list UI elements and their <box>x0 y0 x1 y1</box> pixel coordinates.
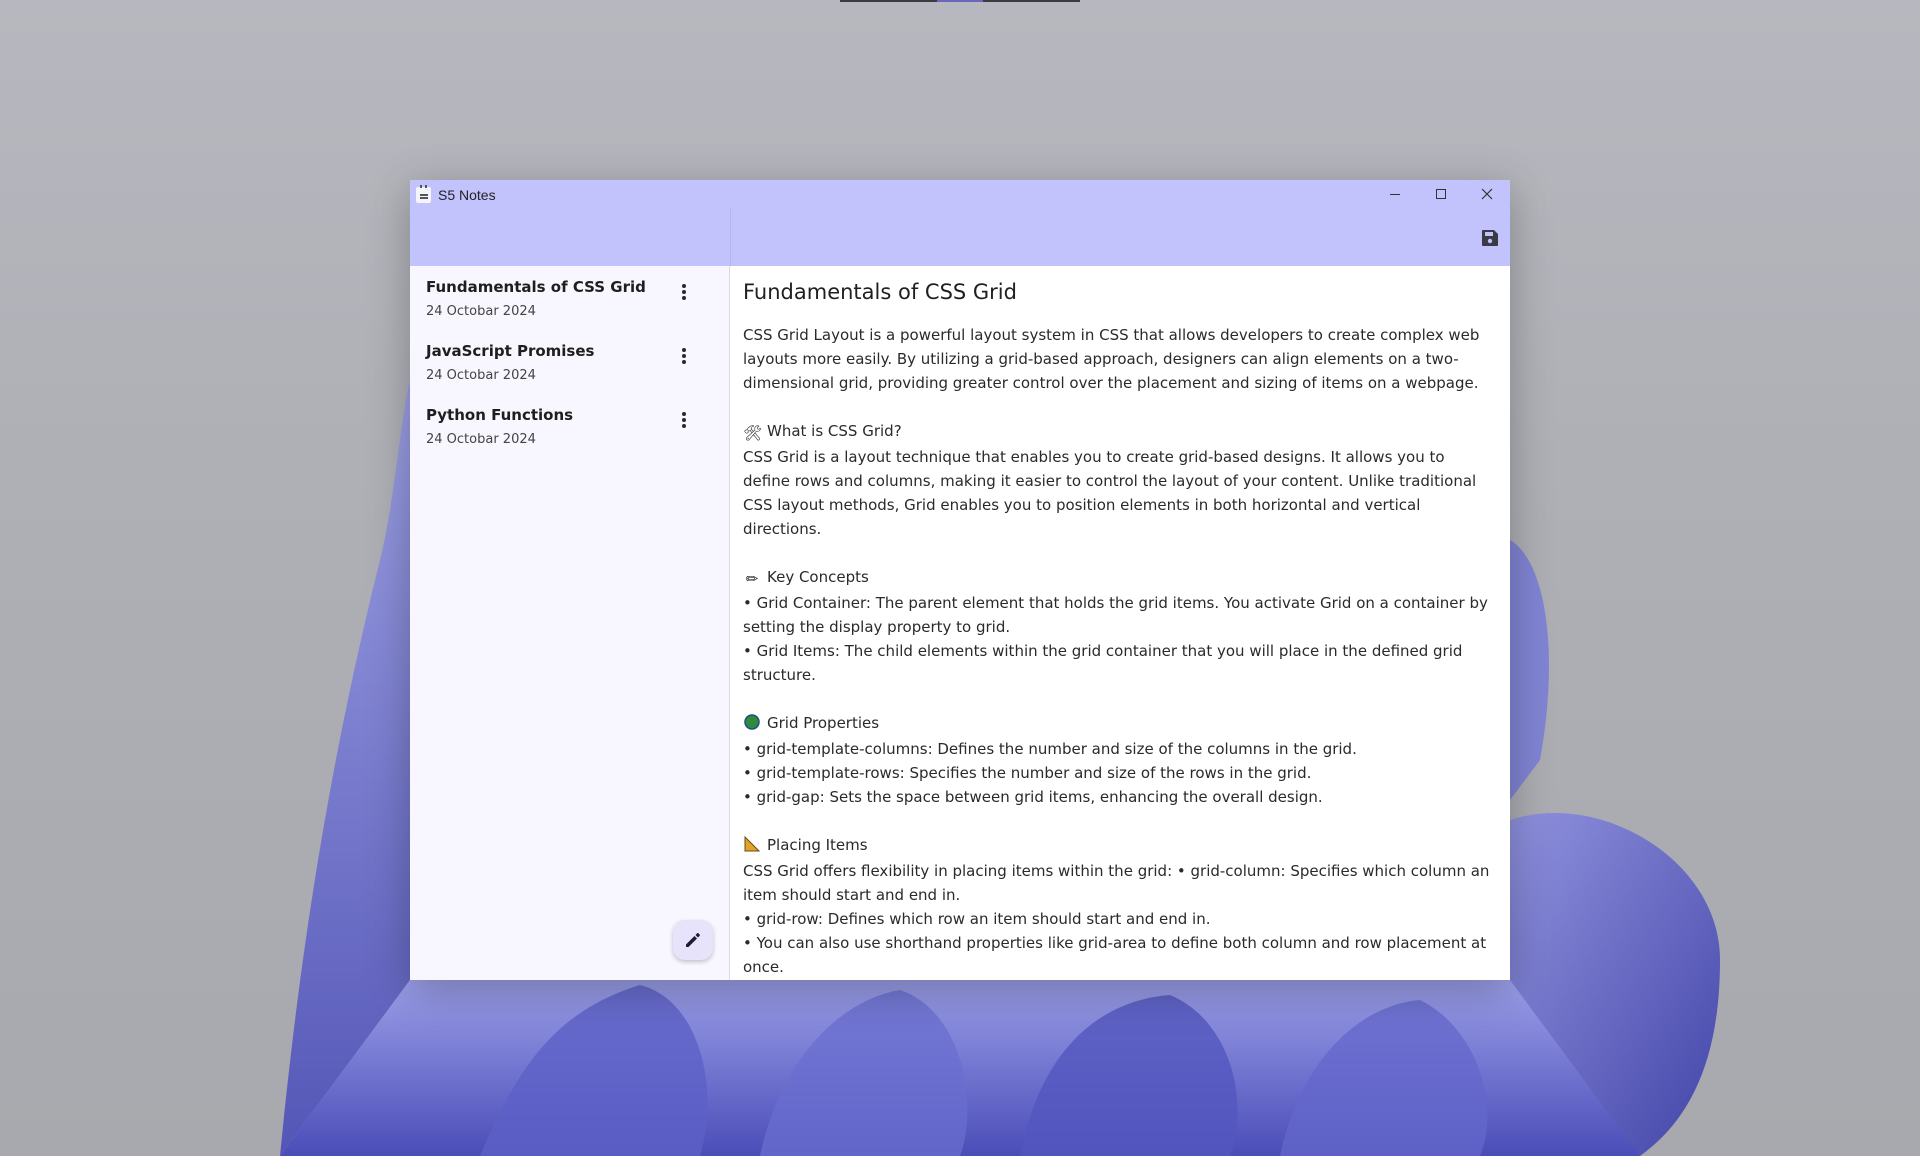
section-heading-text: What is CSS Grid? <box>767 422 902 440</box>
app-title: S5 Notes <box>438 187 496 203</box>
section-key-concepts: ✏ Key Concepts • Grid Container: The pare… <box>743 565 1495 687</box>
pencil-emoji-icon: ✏ <box>745 570 759 588</box>
bullet-item: • grid-row: Defines which row an item sh… <box>743 910 1211 928</box>
more-options-button[interactable] <box>672 280 696 304</box>
section-heading: Placing Items <box>743 833 1495 859</box>
bullet-item: CSS Grid offers flexibility in placing i… <box>743 862 1490 904</box>
note-body[interactable]: CSS Grid Layout is a powerful layout sys… <box>743 323 1495 980</box>
bullet-item: • grid-template-rows: Specifies the numb… <box>743 764 1312 782</box>
note-list-item[interactable]: JavaScript Promises 24 Octobar 2024 <box>410 330 730 394</box>
section-text: CSS Grid is a layout technique that enab… <box>743 448 1477 538</box>
section-heading: 🛠 What is CSS Grid? <box>743 419 1495 445</box>
save-icon <box>1482 230 1498 246</box>
save-button[interactable] <box>1478 226 1502 250</box>
desktop: S5 Notes Fundamentals of CSS Grid 24 Oct… <box>0 0 1920 1156</box>
note-title: Python Functions <box>426 406 574 424</box>
bullet-item: • You can also use shorthand properties … <box>743 934 1487 976</box>
section-heading: ✏ Key Concepts <box>743 565 1495 591</box>
more-options-button[interactable] <box>672 408 696 432</box>
more-options-button[interactable] <box>672 344 696 368</box>
new-note-button[interactable] <box>673 920 713 960</box>
pencil-icon <box>686 933 700 947</box>
triangular-ruler-icon <box>743 835 761 859</box>
note-list-item[interactable]: Python Functions 24 Octobar 2024 <box>410 394 730 458</box>
minimize-icon <box>1390 194 1400 195</box>
note-date: 24 Octobar 2024 <box>426 432 536 447</box>
bullet-item: • grid-template-columns: Defines the num… <box>743 740 1357 758</box>
close-button[interactable] <box>1464 180 1510 208</box>
more-vertical-icon <box>682 284 686 300</box>
intro-paragraph: CSS Grid Layout is a powerful layout sys… <box>743 326 1480 392</box>
section-heading-text: Placing Items <box>767 836 868 854</box>
note-editor[interactable]: Fundamentals of CSS Grid CSS Grid Layout… <box>730 266 1510 980</box>
note-date: 24 Octobar 2024 <box>426 304 536 319</box>
globe-icon <box>743 713 761 737</box>
top-strip-accent <box>937 0 983 2</box>
bullet-item: • Grid Container: The parent element tha… <box>743 594 1488 636</box>
more-vertical-icon <box>682 412 686 428</box>
note-date: 24 Octobar 2024 <box>426 368 536 383</box>
note-list-item[interactable]: Fundamentals of CSS Grid 24 Octobar 2024 <box>410 266 730 330</box>
bullet-item: • grid-gap: Sets the space between grid … <box>743 788 1323 806</box>
bullet-item: • Grid Items: The child elements within … <box>743 642 1463 684</box>
app-icon <box>416 185 431 203</box>
maximize-button[interactable] <box>1418 180 1464 208</box>
section-heading-text: Grid Properties <box>767 714 880 732</box>
note-title: Fundamentals of CSS Grid <box>426 278 646 296</box>
notes-sidebar: Fundamentals of CSS Grid 24 Octobar 2024… <box>410 266 730 980</box>
close-icon <box>1481 188 1493 200</box>
section-placing-items: Placing Items CSS Grid offers flexibilit… <box>743 833 1495 979</box>
section-heading-text: Key Concepts <box>767 568 869 586</box>
minimize-button[interactable] <box>1372 180 1418 208</box>
hammer-wrench-icon: 🛠 <box>743 424 763 442</box>
note-heading[interactable]: Fundamentals of CSS Grid <box>743 280 1017 304</box>
more-vertical-icon <box>682 348 686 364</box>
note-title: JavaScript Promises <box>426 342 595 360</box>
notes-window: S5 Notes Fundamentals of CSS Grid 24 Oct… <box>410 180 1510 980</box>
section-heading: Grid Properties <box>743 711 1495 737</box>
toolbar-divider <box>730 208 731 266</box>
section-grid-properties: Grid Properties • grid-template-columns:… <box>743 711 1495 809</box>
titlebar: S5 Notes <box>410 180 1510 266</box>
maximize-icon <box>1436 189 1446 199</box>
section-what-is: 🛠 What is CSS Grid? CSS Grid is a layout … <box>743 419 1495 541</box>
